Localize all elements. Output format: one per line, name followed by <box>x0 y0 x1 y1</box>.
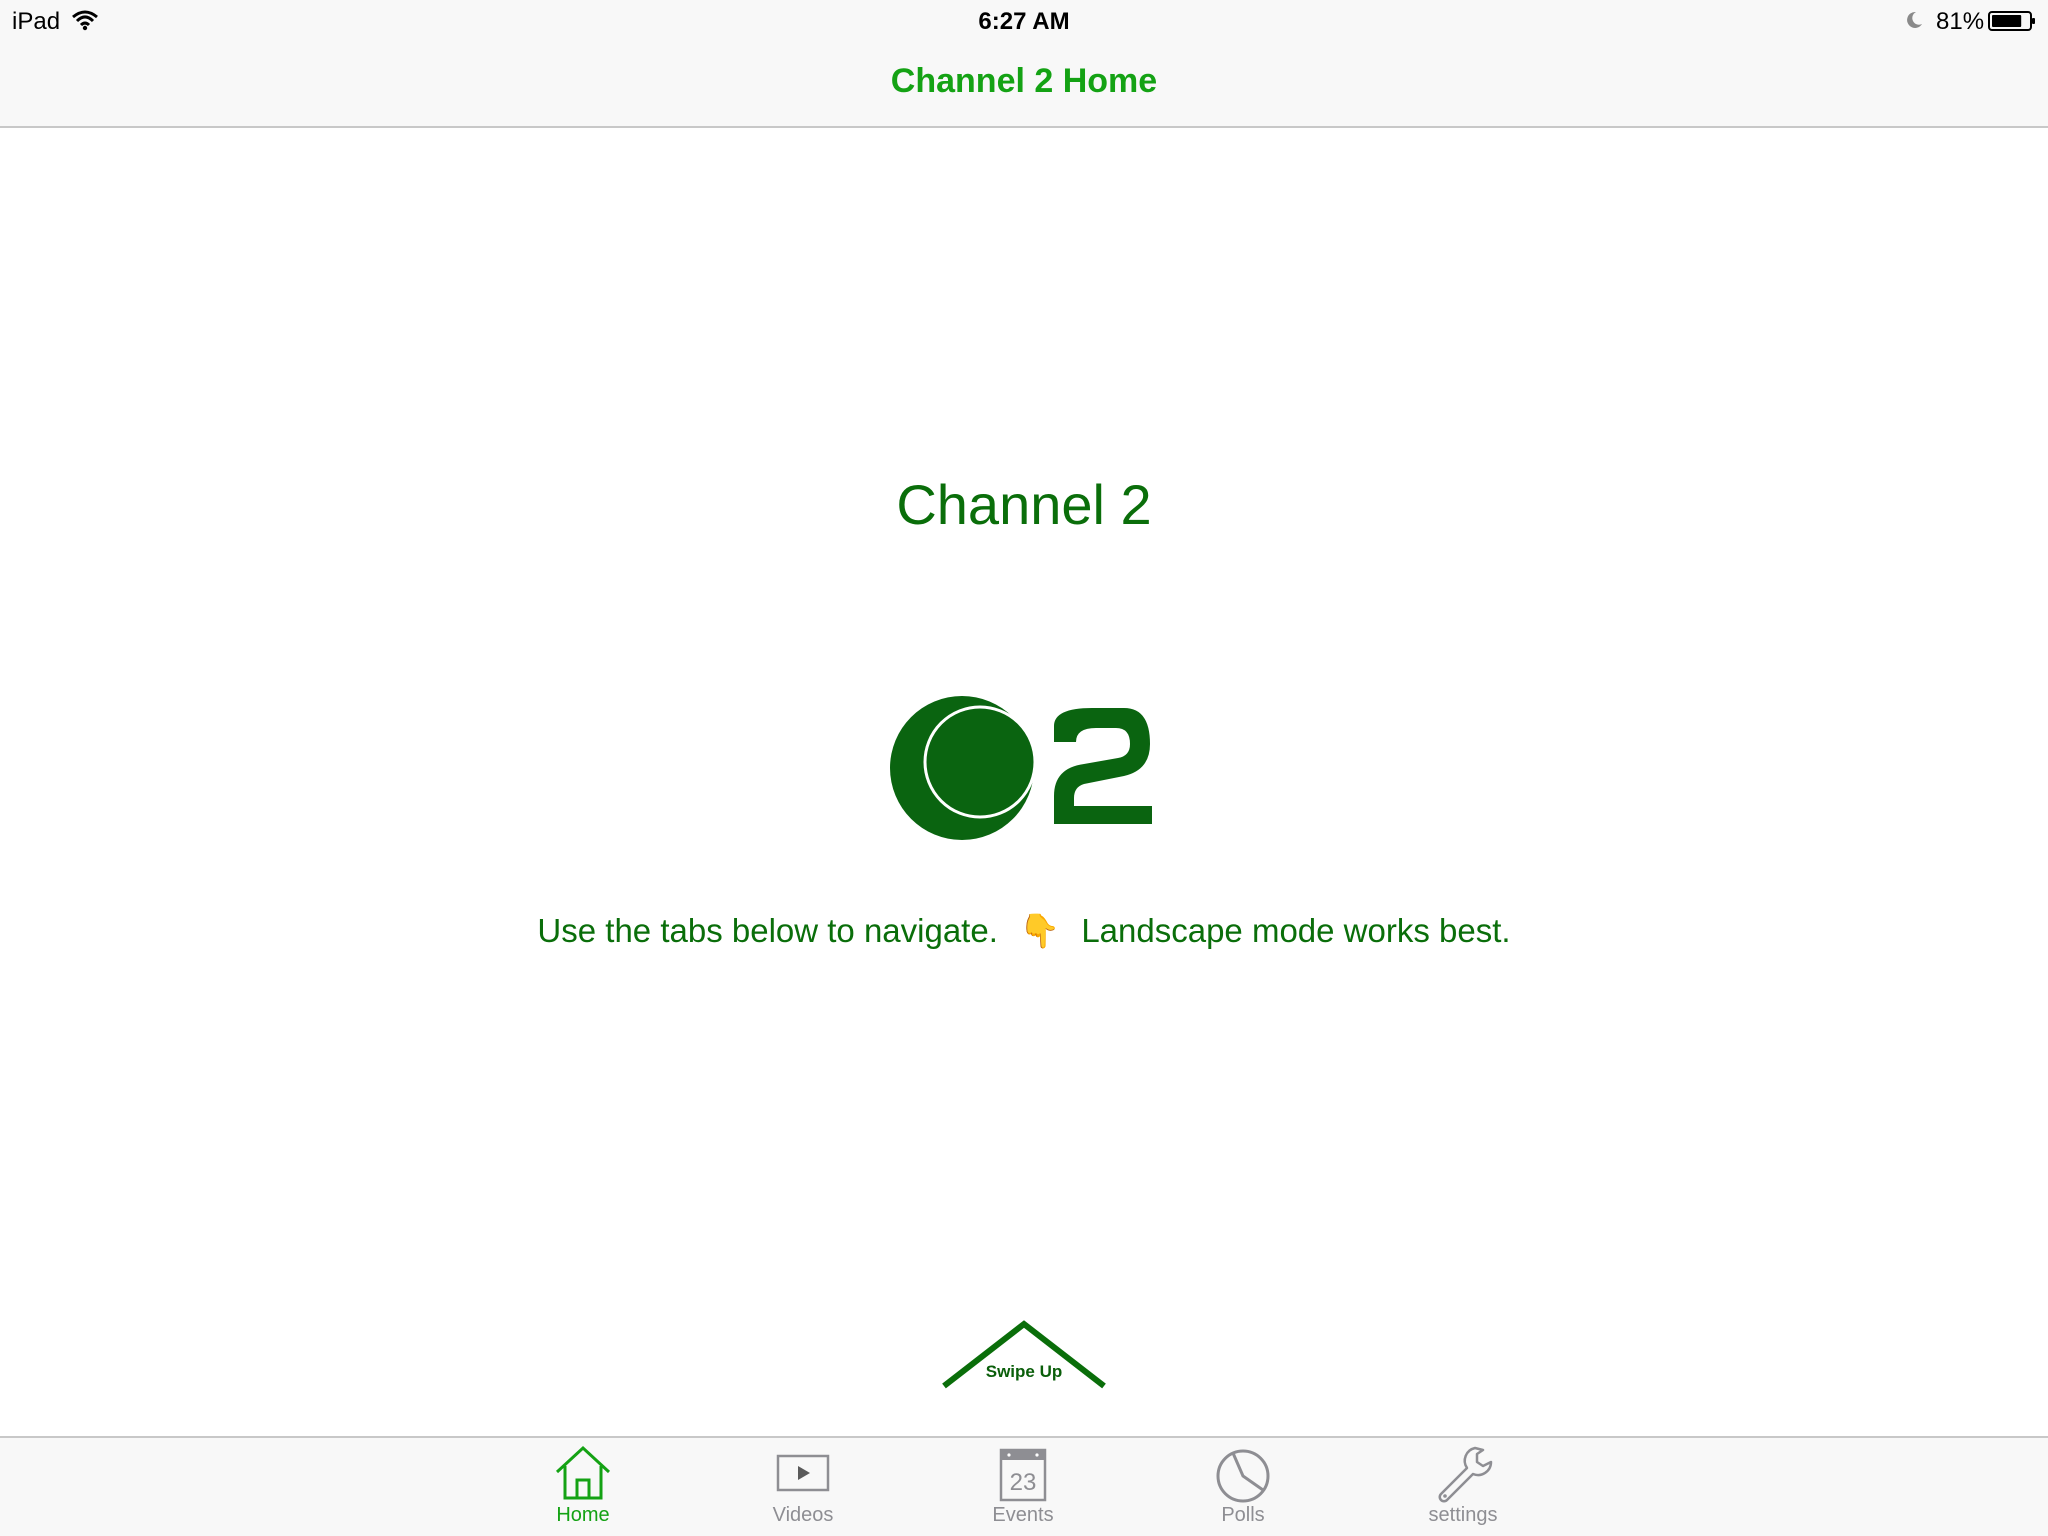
tab-settings[interactable]: settings <box>1383 1438 1543 1536</box>
house-icon <box>555 1445 611 1500</box>
tab-videos[interactable]: Videos <box>723 1438 883 1536</box>
tab-polls-label: Polls <box>1221 1504 1265 1526</box>
status-time: 6:27 AM <box>978 8 1070 35</box>
tab-home[interactable]: Home <box>503 1438 663 1536</box>
wrench-icon <box>1438 1446 1493 1503</box>
tab-events[interactable]: 23 Events <box>943 1438 1103 1536</box>
moon-icon <box>1907 11 1922 28</box>
tab-polls[interactable]: Polls <box>1163 1438 1323 1536</box>
pie-chart-icon <box>1216 1449 1270 1503</box>
page-heading: Channel 2 <box>896 473 1152 536</box>
nav-title: Channel 2 Home <box>890 62 1158 100</box>
calendar-icon: 23 <box>999 1448 1047 1502</box>
channel-2-logo <box>890 696 1152 840</box>
tab-home-label: Home <box>556 1504 610 1526</box>
app-screen: iPad 6:27 AM 81% Channel 2 Home Channel … <box>0 0 2048 1536</box>
tab-videos-label: Videos <box>772 1504 834 1526</box>
status-bar: iPad 6:27 AM 81% <box>0 0 2048 40</box>
play-icon <box>776 1454 830 1492</box>
swipe-up-label: Swipe Up <box>985 1362 1063 1381</box>
calendar-day: 23 <box>1010 1469 1037 1496</box>
battery-percent: 81% <box>1936 8 1985 35</box>
instructions-secondary: Landscape mode works best. <box>1081 912 1511 949</box>
pointing-down-icon: 👇 <box>1019 912 1061 949</box>
instructions-primary: Use the tabs below to navigate. <box>537 912 998 949</box>
battery-icon <box>1988 11 2035 31</box>
instructions-text: Use the tabs below to navigate. 👇 Landsc… <box>0 912 2048 951</box>
tab-settings-label: settings <box>1428 1504 1498 1526</box>
tab-bar: Home Videos 23 Events Polls settings <box>0 1436 2048 1536</box>
navigation-bar: Channel 2 Home <box>0 40 2048 128</box>
swipe-up-handle[interactable]: Swipe Up <box>940 1316 1108 1390</box>
tab-events-label: Events <box>992 1504 1054 1526</box>
